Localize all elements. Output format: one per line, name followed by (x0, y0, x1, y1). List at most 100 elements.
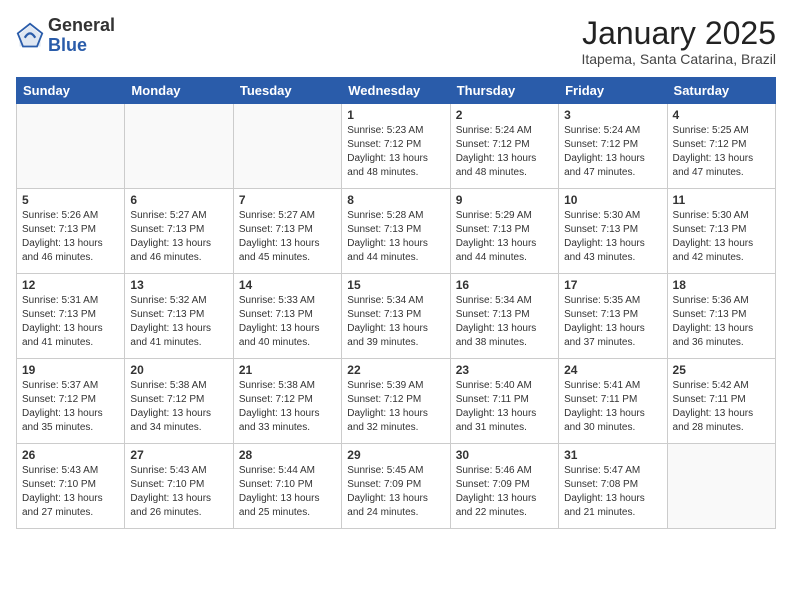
day-number: 24 (564, 363, 661, 377)
day-info: Sunrise: 5:39 AMSunset: 7:12 PMDaylight:… (347, 379, 444, 435)
day-cell: 14 Sunrise: 5:33 AMSunset: 7:13 PMDayligh… (233, 274, 341, 359)
header: General Blue January 2025 Itapema, Santa… (16, 16, 776, 67)
day-number: 8 (347, 193, 444, 207)
day-info: Sunrise: 5:34 AMSunset: 7:13 PMDaylight:… (347, 294, 444, 350)
day-number: 9 (456, 193, 553, 207)
weekday-header-row: SundayMondayTuesdayWednesdayThursdayFrid… (17, 78, 776, 104)
day-cell (125, 104, 233, 189)
day-info: Sunrise: 5:24 AMSunset: 7:12 PMDaylight:… (564, 124, 661, 180)
day-cell: 16 Sunrise: 5:34 AMSunset: 7:13 PMDayligh… (450, 274, 558, 359)
day-number: 28 (239, 448, 336, 462)
day-info: Sunrise: 5:27 AMSunset: 7:13 PMDaylight:… (239, 209, 336, 265)
day-number: 2 (456, 108, 553, 122)
calendar-title: January 2025 (581, 16, 776, 51)
day-cell: 21 Sunrise: 5:38 AMSunset: 7:12 PMDayligh… (233, 359, 341, 444)
day-number: 29 (347, 448, 444, 462)
week-row-1: 1Sunrise: 5:23 AMSunset: 7:12 PMDaylight… (17, 104, 776, 189)
day-info: Sunrise: 5:23 AMSunset: 7:12 PMDaylight:… (347, 124, 444, 180)
logo-general-text: General (48, 15, 115, 35)
day-info: Sunrise: 5:30 AMSunset: 7:13 PMDaylight:… (564, 209, 661, 265)
weekday-header-wednesday: Wednesday (342, 78, 450, 104)
weekday-header-friday: Friday (559, 78, 667, 104)
day-cell: 12 Sunrise: 5:31 AMSunset: 7:13 PMDayligh… (17, 274, 125, 359)
day-number: 15 (347, 278, 444, 292)
day-info: Sunrise: 5:35 AMSunset: 7:13 PMDaylight:… (564, 294, 661, 350)
calendar-table: SundayMondayTuesdayWednesdayThursdayFrid… (16, 77, 776, 529)
day-info: Sunrise: 5:40 AMSunset: 7:11 PMDaylight:… (456, 379, 553, 435)
day-number: 12 (22, 278, 119, 292)
day-info: Sunrise: 5:43 AMSunset: 7:10 PMDaylight:… (130, 464, 227, 520)
day-cell: 11Sunrise: 5:30 AMSunset: 7:13 PMDayligh… (667, 189, 775, 274)
day-number: 25 (673, 363, 770, 377)
weekday-header-tuesday: Tuesday (233, 78, 341, 104)
day-cell: 30 Sunrise: 5:46 AMSunset: 7:09 PMDayligh… (450, 444, 558, 529)
week-row-2: 5Sunrise: 5:26 AMSunset: 7:13 PMDaylight… (17, 189, 776, 274)
day-cell: 27 Sunrise: 5:43 AMSunset: 7:10 PMDayligh… (125, 444, 233, 529)
weekday-header-thursday: Thursday (450, 78, 558, 104)
calendar-subtitle: Itapema, Santa Catarina, Brazil (581, 51, 776, 67)
day-number: 6 (130, 193, 227, 207)
day-info: Sunrise: 5:25 AMSunset: 7:12 PMDaylight:… (673, 124, 770, 180)
day-cell (667, 444, 775, 529)
title-area: January 2025 Itapema, Santa Catarina, Br… (581, 16, 776, 67)
day-cell: 8Sunrise: 5:28 AMSunset: 7:13 PMDaylight… (342, 189, 450, 274)
day-info: Sunrise: 5:33 AMSunset: 7:13 PMDaylight:… (239, 294, 336, 350)
day-info: Sunrise: 5:43 AMSunset: 7:10 PMDaylight:… (22, 464, 119, 520)
day-number: 4 (673, 108, 770, 122)
day-info: Sunrise: 5:24 AMSunset: 7:12 PMDaylight:… (456, 124, 553, 180)
day-info: Sunrise: 5:29 AMSunset: 7:13 PMDaylight:… (456, 209, 553, 265)
day-info: Sunrise: 5:38 AMSunset: 7:12 PMDaylight:… (239, 379, 336, 435)
week-row-3: 12 Sunrise: 5:31 AMSunset: 7:13 PMDayligh… (17, 274, 776, 359)
weekday-header-saturday: Saturday (667, 78, 775, 104)
day-info: Sunrise: 5:36 AMSunset: 7:13 PMDaylight:… (673, 294, 770, 350)
day-cell: 22 Sunrise: 5:39 AMSunset: 7:12 PMDayligh… (342, 359, 450, 444)
day-number: 31 (564, 448, 661, 462)
day-number: 11 (673, 193, 770, 207)
day-info: Sunrise: 5:31 AMSunset: 7:13 PMDaylight:… (22, 294, 119, 350)
day-cell: 2 Sunrise: 5:24 AMSunset: 7:12 PMDaylight… (450, 104, 558, 189)
logo-icon (16, 22, 44, 50)
day-info: Sunrise: 5:38 AMSunset: 7:12 PMDaylight:… (130, 379, 227, 435)
day-number: 19 (22, 363, 119, 377)
day-number: 17 (564, 278, 661, 292)
day-number: 21 (239, 363, 336, 377)
day-number: 23 (456, 363, 553, 377)
day-number: 26 (22, 448, 119, 462)
day-cell: 13 Sunrise: 5:32 AMSunset: 7:13 PMDayligh… (125, 274, 233, 359)
day-number: 27 (130, 448, 227, 462)
day-number: 13 (130, 278, 227, 292)
day-info: Sunrise: 5:27 AMSunset: 7:13 PMDaylight:… (130, 209, 227, 265)
day-number: 30 (456, 448, 553, 462)
day-cell: 19 Sunrise: 5:37 AMSunset: 7:12 PMDayligh… (17, 359, 125, 444)
day-info: Sunrise: 5:37 AMSunset: 7:12 PMDaylight:… (22, 379, 119, 435)
day-cell: 4 Sunrise: 5:25 AMSunset: 7:12 PMDaylight… (667, 104, 775, 189)
day-cell: 15 Sunrise: 5:34 AMSunset: 7:13 PMDayligh… (342, 274, 450, 359)
day-cell: 1Sunrise: 5:23 AMSunset: 7:12 PMDaylight… (342, 104, 450, 189)
day-number: 16 (456, 278, 553, 292)
day-cell: 29Sunrise: 5:45 AMSunset: 7:09 PMDayligh… (342, 444, 450, 529)
day-cell: 24 Sunrise: 5:41 AMSunset: 7:11 PMDayligh… (559, 359, 667, 444)
day-cell: 7 Sunrise: 5:27 AMSunset: 7:13 PMDaylight… (233, 189, 341, 274)
day-info: Sunrise: 5:41 AMSunset: 7:11 PMDaylight:… (564, 379, 661, 435)
day-cell (17, 104, 125, 189)
day-info: Sunrise: 5:34 AMSunset: 7:13 PMDaylight:… (456, 294, 553, 350)
day-cell: 26 Sunrise: 5:43 AMSunset: 7:10 PMDayligh… (17, 444, 125, 529)
day-number: 22 (347, 363, 444, 377)
day-cell: 18 Sunrise: 5:36 AMSunset: 7:13 PMDayligh… (667, 274, 775, 359)
day-cell: 9 Sunrise: 5:29 AMSunset: 7:13 PMDaylight… (450, 189, 558, 274)
day-number: 10 (564, 193, 661, 207)
day-info: Sunrise: 5:46 AMSunset: 7:09 PMDaylight:… (456, 464, 553, 520)
day-info: Sunrise: 5:32 AMSunset: 7:13 PMDaylight:… (130, 294, 227, 350)
day-cell: 31 Sunrise: 5:47 AMSunset: 7:08 PMDayligh… (559, 444, 667, 529)
day-number: 20 (130, 363, 227, 377)
day-number: 14 (239, 278, 336, 292)
day-cell: 17 Sunrise: 5:35 AMSunset: 7:13 PMDayligh… (559, 274, 667, 359)
weekday-header-sunday: Sunday (17, 78, 125, 104)
day-number: 18 (673, 278, 770, 292)
day-number: 7 (239, 193, 336, 207)
day-info: Sunrise: 5:44 AMSunset: 7:10 PMDaylight:… (239, 464, 336, 520)
day-cell: 25Sunrise: 5:42 AMSunset: 7:11 PMDayligh… (667, 359, 775, 444)
logo-blue-text: Blue (48, 35, 87, 55)
day-info: Sunrise: 5:47 AMSunset: 7:08 PMDaylight:… (564, 464, 661, 520)
day-cell: 3Sunrise: 5:24 AMSunset: 7:12 PMDaylight… (559, 104, 667, 189)
